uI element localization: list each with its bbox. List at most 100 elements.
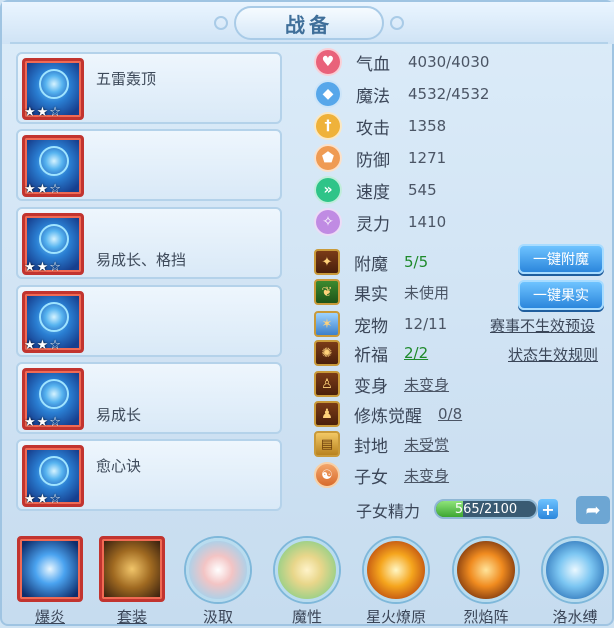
detail-fief[interactable]: ▤ 封地 未受赏	[314, 430, 449, 458]
blast-flame-icon	[17, 536, 83, 602]
equipment-label: 五雷轰顶	[96, 70, 157, 88]
detail-enchant: ✦ 附魔 5/5	[314, 248, 428, 276]
detail-value: 5/5	[404, 253, 429, 271]
equipment-slot-1[interactable]: ★★☆ 五雷轰顶	[16, 52, 282, 124]
transform-icon: ♙	[314, 371, 340, 397]
heart-icon: ♥	[314, 48, 342, 76]
detail-name: 修炼觉醒	[354, 406, 422, 427]
equipment-slot-6[interactable]: ★★☆ 愈心诀	[16, 439, 282, 511]
skill-flame-formation[interactable]: 烈焰阵	[451, 534, 521, 628]
blessing-icon: ✺	[314, 340, 340, 366]
star-rating: ★★☆	[24, 492, 62, 507]
attr-value: 1271	[408, 149, 447, 167]
attr-name: 灵力	[356, 214, 390, 235]
star-rating: ★★☆	[24, 415, 62, 430]
shield-icon: ⬟	[314, 144, 342, 172]
detail-pet: ✶ 宠物 12/11	[314, 310, 447, 338]
flame-formation-icon	[454, 538, 518, 602]
detail-name: 附魔	[354, 254, 388, 275]
detail-name: 祈福	[354, 345, 388, 366]
skill-starfire[interactable]: 星火燎原	[361, 534, 431, 628]
detail-name: 封地	[354, 436, 388, 457]
equipment-label: 易成长	[96, 406, 142, 424]
detail-value[interactable]: 未受赏	[404, 434, 449, 455]
skill-suit[interactable]: 套装	[97, 534, 167, 628]
skill-absorb[interactable]: 汲取	[183, 534, 253, 628]
skill-luoshui-bind[interactable]: 洛水缚	[540, 534, 610, 628]
attr-name: 攻击	[356, 118, 390, 139]
attr-name: 速度	[356, 182, 390, 203]
equipment-label: 愈心诀	[96, 457, 142, 475]
speed-icon: »	[314, 176, 342, 204]
attr-hp: ♥ 气血 4030/4030	[314, 47, 489, 77]
skill-blast-flame[interactable]: 爆炎	[15, 534, 85, 628]
attr-attack: † 攻击 1358	[314, 111, 446, 141]
detail-value[interactable]: 2/2	[404, 344, 428, 362]
spirit-icon: ✧	[314, 208, 342, 236]
detail-name: 果实	[354, 284, 388, 305]
luoshui-bind-icon	[543, 538, 607, 602]
detail-value: 未使用	[404, 283, 450, 302]
pet-icon: ✶	[314, 311, 340, 337]
skill-name: 汲取	[202, 608, 233, 626]
detail-cultivation[interactable]: ♟ 修炼觉醒 0/8	[314, 400, 462, 428]
event-preset-link[interactable]: 赛事不生效预设	[490, 315, 595, 336]
divider	[10, 42, 608, 44]
skill-name: 爆炎	[34, 608, 65, 626]
ornament-left-icon	[214, 16, 228, 30]
attr-spirit: ✧ 灵力 1410	[314, 207, 446, 237]
skill-name: 套装	[116, 608, 147, 626]
attr-value: 4532/4532	[408, 85, 490, 103]
skill-name: 星火燎原	[365, 608, 426, 626]
star-rating: ★★☆	[24, 338, 62, 353]
attr-value: 1410	[408, 213, 447, 231]
fruit-icon: ❦	[314, 279, 340, 305]
attr-name: 气血	[356, 54, 390, 75]
attr-value: 545	[408, 181, 437, 199]
equipment-slot-2[interactable]: ★★☆	[16, 129, 282, 201]
fief-icon: ▤	[314, 431, 340, 457]
skill-demonic[interactable]: 魔性	[272, 534, 342, 628]
child-icon: ☯	[314, 462, 340, 488]
detail-child[interactable]: ☯ 子女 未变身	[314, 461, 449, 489]
energy-label: 子女精力	[356, 502, 421, 521]
attr-name: 魔法	[356, 86, 390, 107]
skill-name: 洛水缚	[552, 608, 598, 626]
star-rating: ★★☆	[24, 105, 62, 120]
detail-fruit: ❦ 果实 未使用	[314, 278, 449, 306]
detail-value: 12/11	[404, 315, 448, 333]
page-title: 战备	[234, 6, 384, 40]
equipment-slot-3[interactable]: ★★☆ 易成长、格挡	[16, 207, 282, 279]
detail-name: 变身	[354, 376, 388, 397]
attr-name: 防御	[356, 150, 390, 171]
status-rules-link[interactable]: 状态生效规则	[508, 344, 598, 365]
battle-prep-panel: 战备 ★★☆ 五雷轰顶 ★★☆ ★★☆ 易成长、格挡 ★★☆ ★★☆ 易成长 ★…	[0, 0, 614, 626]
starfire-icon	[364, 538, 428, 602]
attr-value: 4030/4030	[408, 53, 490, 71]
equipment-label: 易成长、格挡	[96, 251, 187, 269]
ornament-right-icon	[390, 16, 404, 30]
equipment-slot-4[interactable]: ★★☆	[16, 285, 282, 357]
energy-text: 565/2100	[454, 501, 518, 517]
add-energy-button[interactable]: +	[538, 499, 558, 519]
absorb-icon	[186, 538, 250, 602]
one-click-fruit-button[interactable]: 一键果实	[518, 280, 604, 310]
detail-value[interactable]: 0/8	[438, 405, 462, 423]
attr-speed: » 速度 545	[314, 175, 437, 205]
star-rating: ★★☆	[24, 260, 62, 275]
one-click-enchant-button[interactable]: 一键附魔	[518, 244, 604, 274]
skill-name: 魔性	[291, 608, 322, 626]
detail-transform[interactable]: ♙ 变身 未变身	[314, 370, 449, 398]
enchant-icon: ✦	[314, 249, 340, 275]
detail-name: 子女	[354, 467, 388, 488]
detail-value[interactable]: 未变身	[404, 374, 449, 395]
attr-defense: ⬟ 防御 1271	[314, 143, 446, 173]
detail-blessing[interactable]: ✺ 祈福 2/2	[314, 339, 428, 367]
equipment-slot-5[interactable]: ★★☆ 易成长	[16, 362, 282, 434]
sword-icon: †	[314, 112, 342, 140]
mana-icon: ◆	[314, 80, 342, 108]
demonic-icon	[275, 538, 339, 602]
attr-value: 1358	[408, 117, 447, 135]
share-icon[interactable]: ➦	[576, 496, 610, 524]
detail-value[interactable]: 未变身	[404, 465, 449, 486]
